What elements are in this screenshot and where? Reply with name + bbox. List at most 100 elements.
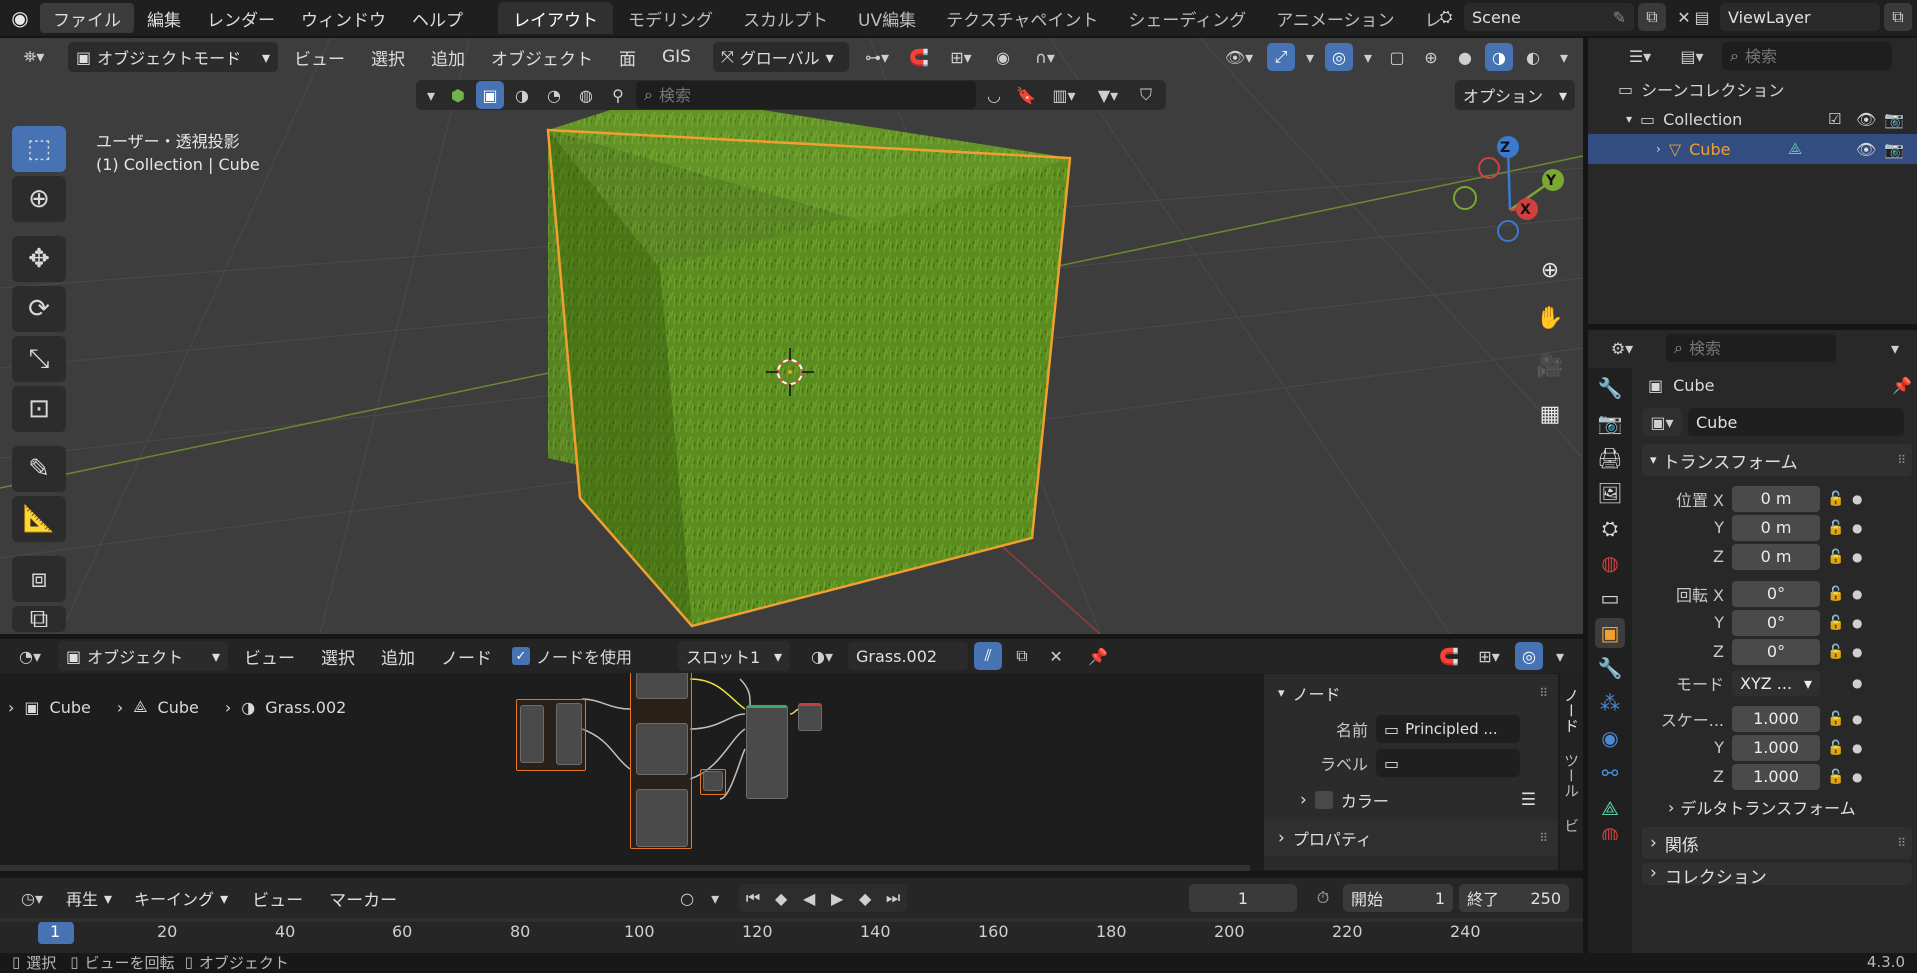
cube-row[interactable]: › ▽ Cube ⟁ 👁 📷 [1588, 134, 1917, 164]
outliner-search[interactable]: ⌕ [1722, 42, 1892, 70]
tab-shading[interactable]: シェーディング [1113, 2, 1261, 34]
pan-hand-icon[interactable]: ✋ [1530, 298, 1570, 338]
snap-icon[interactable]: 🧲 [1435, 642, 1463, 670]
timeline-menu-marker[interactable]: マーカー [319, 886, 407, 911]
lock-icon[interactable]: 🔓 [1820, 520, 1852, 536]
pin-icon[interactable]: ✎ [1613, 8, 1626, 27]
keyframe-dot-icon[interactable]: ● [1852, 550, 1862, 564]
data-tab-icon[interactable]: ⟁ [1595, 793, 1625, 823]
new-viewlayer-icon[interactable]: ⧉ [1884, 3, 1912, 31]
transform-section-header[interactable]: ▾ トランスフォーム ⠿ [1642, 444, 1912, 476]
zoom-icon[interactable]: ⊕ [1530, 250, 1570, 290]
scale-z-field[interactable]: 1.000 [1732, 763, 1820, 790]
location-y-field[interactable]: 0 m [1732, 514, 1820, 541]
color-cube-icon[interactable]: ⬢ [444, 81, 472, 109]
node-image-texture-2[interactable] [636, 723, 688, 775]
transform-tool[interactable]: ⊡ [12, 386, 66, 432]
keyframe-dot-icon[interactable]: ● [1852, 492, 1862, 506]
tab-uv-editing[interactable]: UV編集 [843, 2, 931, 34]
3d-viewport[interactable]: Z Y X ユーザー・透視投影 (1) Collection | Cube ⬚ … [0, 38, 1583, 634]
new-scene-icon[interactable]: ⧉ [1638, 3, 1666, 31]
link-icon[interactable]: ◡ [980, 81, 1008, 109]
slot-dropdown[interactable]: スロット1 ▾ [678, 641, 791, 671]
node-menu-select[interactable]: 選択 [311, 644, 365, 669]
node-principled-bsdf[interactable] [746, 705, 788, 799]
properties-section[interactable]: › プロパティ ⠿ [1264, 820, 1558, 856]
add-cube-tool[interactable]: ⧈ [12, 556, 66, 602]
end-frame-field[interactable]: 終了 250 [1459, 884, 1569, 912]
lock-icon[interactable]: 🔓 [1820, 711, 1852, 727]
menu-view[interactable]: ビュー [284, 45, 355, 70]
overlay-dropdown-icon[interactable]: ▾ [1549, 642, 1571, 670]
overlay-dropdown-icon[interactable]: ▾ [1359, 43, 1377, 71]
scene-field[interactable]: Scene ✎ [1464, 3, 1634, 31]
editor-type-icon[interactable]: ⛯▾ [12, 43, 56, 71]
node-menu-add[interactable]: 追加 [371, 644, 425, 669]
tab-tool[interactable]: ツール [1561, 753, 1582, 798]
delta-transform-section[interactable]: › デルタトランスフォーム [1642, 791, 1912, 823]
playback-dropdown[interactable]: 再生 ▾ [58, 883, 120, 913]
menu-object[interactable]: オブジェクト [481, 45, 603, 70]
rotation-mode-dropdown[interactable]: XYZ ... ▾ [1732, 670, 1820, 696]
visibility-icon[interactable]: 👁▾ [1217, 43, 1261, 71]
lock-icon[interactable]: 🔓 [1820, 549, 1852, 565]
checkbox-icon[interactable]: ☑ [1828, 110, 1841, 128]
paint-mode-icon[interactable]: ◔ [540, 81, 568, 109]
properties-search[interactable]: ⌕ [1666, 334, 1836, 362]
checkbox-checked-icon[interactable]: ✓ [512, 647, 530, 665]
filter-icon[interactable]: ▼▾ [1088, 81, 1128, 109]
render-tab-icon[interactable]: 📷 [1595, 408, 1625, 438]
breadcrumb-material[interactable]: Grass.002 [265, 698, 346, 717]
chevron-down-icon[interactable]: ▾ [1881, 334, 1909, 362]
shield-icon[interactable]: ⛉ [1132, 81, 1160, 109]
scene-icon[interactable]: ⛭ [1432, 3, 1460, 31]
overlay-toggle-icon[interactable]: ◎ [1515, 642, 1543, 670]
falloff-icon[interactable]: ∩▾ [1023, 43, 1067, 71]
gizmo-toggle-icon[interactable]: ⤢ [1267, 43, 1295, 71]
tab-animation[interactable]: アニメーション [1261, 2, 1409, 34]
breadcrumb-mesh[interactable]: Cube [158, 698, 199, 717]
scale-tool[interactable]: ⤡ [12, 336, 66, 382]
keyframe-dot-icon[interactable]: ● [1852, 645, 1862, 659]
keyframe-dot-icon[interactable]: ● [1852, 587, 1862, 601]
physics-tab-icon[interactable]: ◉ [1595, 723, 1625, 753]
modifier-tab-icon[interactable]: 🔧 [1595, 653, 1625, 683]
chevron-down-icon[interactable]: ▾ [422, 81, 440, 109]
unlink-material-icon[interactable]: ✕ [1042, 642, 1070, 670]
node-menu-view[interactable]: ビュー [234, 644, 305, 669]
cube-object[interactable] [546, 94, 1072, 628]
node-scrollbar[interactable] [0, 865, 1250, 871]
pin-icon[interactable]: 📌 [1084, 642, 1112, 670]
solid-shading-icon[interactable]: ● [1451, 43, 1479, 71]
eye-icon[interactable]: 👁 [1856, 140, 1876, 159]
bookmark-icon[interactable]: 🔖 [1012, 81, 1040, 109]
location-z-field[interactable]: 0 m [1732, 543, 1820, 570]
color-section[interactable]: › カラー ☰ [1264, 780, 1558, 820]
wireframe-shading-icon[interactable]: ⊕ [1417, 43, 1445, 71]
keying-dropdown[interactable]: キーイング ▾ [126, 883, 236, 913]
object-mode-dropdown[interactable]: ▣ オブジェクトモード ▾ [68, 42, 278, 72]
collection-row[interactable]: ▾ ▭ Collection ☑ 👁 📷 [1588, 104, 1917, 134]
view-layer-tab-icon[interactable]: 🖼 [1595, 478, 1625, 508]
use-nodes-toggle[interactable]: ✓ ノードを使用 [512, 644, 632, 668]
drag-handle-icon[interactable]: ⠿ [1897, 836, 1906, 850]
mesh-data-icon[interactable]: ⟁ [1788, 139, 1802, 159]
lock-icon[interactable]: 🔓 [1820, 586, 1852, 602]
keyframe-dot-icon[interactable]: ● [1852, 712, 1862, 726]
tab-sculpt[interactable]: スカルプト [728, 2, 843, 34]
keyframe-dot-icon[interactable]: ● [1852, 521, 1862, 535]
viewlayer-field[interactable]: ViewLayer [1720, 3, 1880, 31]
node-mapping[interactable] [556, 703, 582, 765]
proportional-edit-icon[interactable]: ◉ [989, 43, 1017, 71]
timeline[interactable]: ◷▾ 再生 ▾ キーイング ▾ ビュー マーカー ○ ▾ ⏮ ◆ ◀ ▶ ◆ ⏭ 1… [0, 878, 1583, 953]
timeline-editor-icon[interactable]: ◷▾ [12, 884, 52, 912]
timeline-menu-view[interactable]: ビュー [242, 886, 313, 911]
material-shading-icon[interactable]: ◑ [1485, 43, 1513, 71]
node-normal-map[interactable] [703, 771, 723, 791]
next-keyframe-icon[interactable]: ◆ [851, 884, 879, 912]
snap-mode-icon[interactable]: ⊞▾ [1469, 642, 1509, 670]
color-checkbox-icon[interactable] [1314, 791, 1333, 809]
node-material-output[interactable] [798, 703, 822, 731]
layout-icon[interactable]: ▥▾ [1044, 81, 1084, 109]
outliner-search-input[interactable] [1744, 46, 1875, 66]
